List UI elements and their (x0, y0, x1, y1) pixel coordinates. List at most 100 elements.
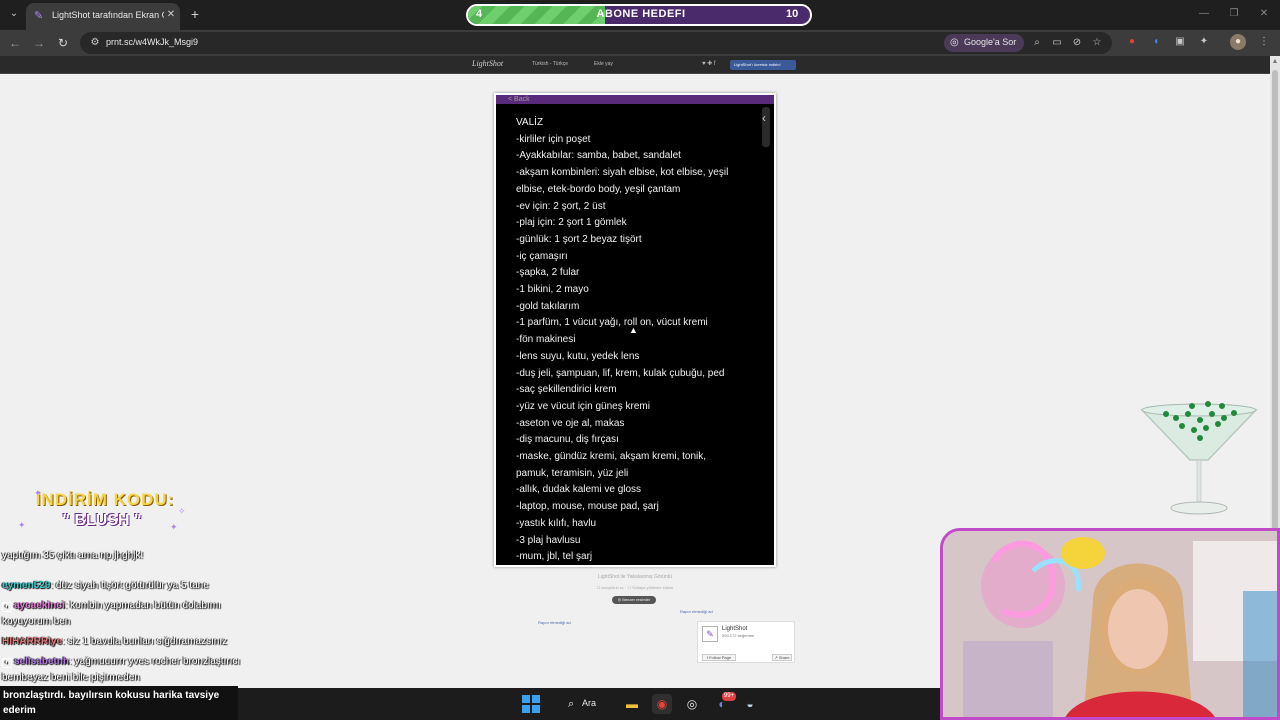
browser-menu-icon[interactable]: ⋮ (1256, 34, 1272, 50)
tab-close-icon[interactable]: ✕ (164, 8, 178, 22)
language-selector[interactable]: Türkish - Türkçe (532, 61, 582, 70)
zoom-icon[interactable]: ⌕ (1030, 36, 1044, 50)
screenshot-meta-links[interactable]: ☐ sampleurl.sc · ☐ Soltaya yükleme süres… (560, 585, 710, 594)
chat-username[interactable]: HIHARRRiye (2, 636, 62, 647)
download-lightshot-button[interactable]: LightShot'ı ücretsiz indirin! (730, 60, 796, 70)
search-icon: ⌕ (568, 698, 575, 710)
note-line: -yastık kılıfı, havlu (516, 517, 597, 529)
eye-off-icon[interactable]: ⊘ (1070, 36, 1084, 50)
screenshot-image[interactable]: < Back ‹ VALİZ -kirliler için poşet -Ayakk… (494, 93, 776, 567)
note-line: -iç çamaşırı (516, 250, 568, 262)
taskbar-search-button[interactable]: ⌕ Ara (560, 695, 602, 713)
note-line: -Ayakkabılar: samba, babet, sandalet (516, 150, 681, 162)
share-link[interactable]: Ekle yay (594, 61, 624, 70)
extensions-puzzle-icon[interactable]: ✦ (1196, 34, 1212, 50)
note-topbar: < Back (496, 95, 774, 104)
obs-icon[interactable]: ◎ (682, 694, 702, 714)
similar-images-label: ◎ Benzer resimler (617, 597, 651, 602)
extension-audio-icon[interactable]: ◖ (1148, 34, 1164, 50)
stream-chat: yaptığım 35 çıktı ama np jhghjk! eymen529… (0, 548, 262, 688)
note-line: -3 plaj havlusu (516, 534, 581, 546)
close-window-icon[interactable]: ✕ (1256, 6, 1272, 22)
note-line: -laptop, mouse, mouse pad, şarj (516, 501, 659, 513)
note-line: -fön makinesi (516, 334, 576, 346)
chat-badge-icon: ◐ (2, 602, 12, 612)
report-link-left[interactable]: Rapor etmediği ad (538, 620, 588, 628)
note-line: -şapka, 2 fular (516, 267, 580, 279)
site-info-icon[interactable]: ⚙ (88, 36, 102, 50)
bookmark-star-icon[interactable]: ☆ (1090, 36, 1104, 50)
url-text[interactable]: prnt.sc/w4WkJk_Msgi9 (106, 37, 306, 51)
note-line: -gold takılarım (516, 300, 580, 312)
facebook-page-widget: ✎ LightShot 590.172 beğenme f Follow Pag… (697, 621, 795, 663)
note-line: -ev için: 2 şort, 2 üst (516, 200, 606, 212)
cast-icon[interactable]: ▭ (1050, 36, 1064, 50)
webcam-scene (943, 531, 1277, 717)
minimize-icon[interactable]: — (1196, 6, 1212, 22)
sparkle-icon: ✦ (170, 522, 178, 532)
note-line: -günlük: 1 şort 2 beyaz tişört (516, 233, 642, 245)
discord-notification-badge: 99+ (722, 692, 736, 701)
note-line: -lens suyu, kutu, yedek lens (516, 350, 640, 362)
note-line: -1 bikini, 2 mayo (516, 284, 589, 296)
chat-username[interactable]: selisabetnh (14, 656, 69, 667)
tab-title: LightShot tarafından Ekran Görü (52, 10, 164, 20)
chevron-left-icon: ‹ (762, 111, 766, 125)
martini-glass-widget (1140, 401, 1258, 515)
note-line: elbise, etek-bordo body, yeşil çantam (516, 183, 681, 195)
file-explorer-icon[interactable]: ▬ (622, 694, 642, 714)
subscriber-goal-target: 10 (786, 8, 799, 20)
similar-images-button[interactable]: ◎ Benzer resimler (612, 596, 656, 604)
chrome-icon[interactable]: ◉ (652, 694, 672, 714)
lightshot-header: LightShot Türkish - Türkçe Ekle yay ♥ ✚ … (0, 56, 1280, 74)
taskbar-search-label: Ara (582, 698, 597, 708)
google-lens-icon: ◎ (950, 37, 959, 48)
windows-taskbar: ⌕ Ara ▬ ◉ ◎ ◐ 99+ ◒ (238, 688, 940, 720)
extension-box-icon[interactable]: ▣ (1172, 34, 1188, 50)
chat-message: yaptığım 35 çıktı ama np jhghjk! (2, 548, 260, 564)
webcam-feed (940, 528, 1280, 720)
subscriber-goal-label: ABONE HEDEFI (596, 8, 686, 20)
browser-tab[interactable]: ✎ LightShot tarafından Ekran Görü ✕ (26, 3, 180, 30)
reload-icon[interactable]: ↻ (54, 34, 72, 52)
report-link-right[interactable]: Rapor etmediği ad (680, 609, 730, 617)
social-icons[interactable]: ♥ ✚ f (702, 60, 722, 70)
mouse-cursor-icon: ▲ (629, 325, 638, 335)
extension-record-icon[interactable]: ● (1124, 34, 1140, 50)
tab-search-icon[interactable]: ⌄ (6, 6, 22, 22)
scroll-up-icon[interactable]: ▲ (1271, 58, 1279, 66)
windows-start-icon[interactable] (522, 695, 540, 713)
note-line: -kirliler için poşet (516, 133, 591, 145)
chat-username[interactable]: eymen529 (2, 580, 50, 591)
maximize-icon[interactable]: ❐ (1226, 6, 1242, 22)
google-lens-label: Google'a Sor (964, 37, 1017, 47)
steam-icon[interactable]: ◒ (740, 694, 760, 714)
chat-text: : düz siyah tişört götürülür ya 5 tane (50, 580, 209, 591)
chat-username[interactable]: aycaekinci (14, 600, 65, 611)
forward-arrow-icon[interactable]: → (30, 34, 48, 52)
back-arrow-icon[interactable]: ← (6, 34, 24, 52)
new-tab-button[interactable]: + (186, 6, 204, 22)
screenshot-caption: LightShot ile Yakalanmış Görüntü (597, 574, 673, 580)
subscriber-goal-bar: 4 ABONE HEDEFI 10 (466, 4, 812, 26)
note-line: -duş jeli, şampuan, lif, krem, kulak çub… (516, 367, 725, 379)
note-line: -1 parfüm, 1 vücut yağı, roll on, vücut … (516, 317, 708, 329)
chat-text: yaptığım 35 çıktı ama np jhghjk! (2, 550, 144, 561)
stream-caption-bar: bronzlaştırdı. bayılırsın kokusu harika … (0, 686, 238, 720)
note-line: -aseton ve oje al, makas (516, 417, 625, 429)
profile-avatar[interactable]: ● (1230, 34, 1246, 50)
google-lens-button[interactable]: ◎ Google'a Sor (944, 34, 1024, 52)
note-line: -yüz ve vücut için güneş kremi (516, 400, 650, 412)
sparkle-icon: ✦ (34, 488, 42, 498)
note-line: -diş macunu, diş fırçası (516, 434, 619, 446)
facebook-share-button[interactable]: ↗ Share (772, 654, 792, 661)
lightshot-logo[interactable]: LightShot (472, 59, 520, 71)
lightshot-favicon-icon: ✎ (34, 10, 44, 22)
facebook-follow-button[interactable]: f Follow Page (702, 654, 736, 661)
lightshot-feather-icon: ✎ (702, 626, 718, 642)
chat-message: HIHARRRiye: siz 1 bavula bunları sığdıra… (2, 634, 260, 650)
address-bar[interactable]: ⚙ prnt.sc/w4WkJk_Msgi9 ◎ Google'a Sor ⌕ … (80, 32, 1112, 54)
sparkle-icon: ✦ (18, 520, 26, 530)
facebook-followers: 590.172 beğenme (722, 633, 755, 638)
note-line: -allık, dudak kalemi ve gloss (516, 484, 642, 496)
